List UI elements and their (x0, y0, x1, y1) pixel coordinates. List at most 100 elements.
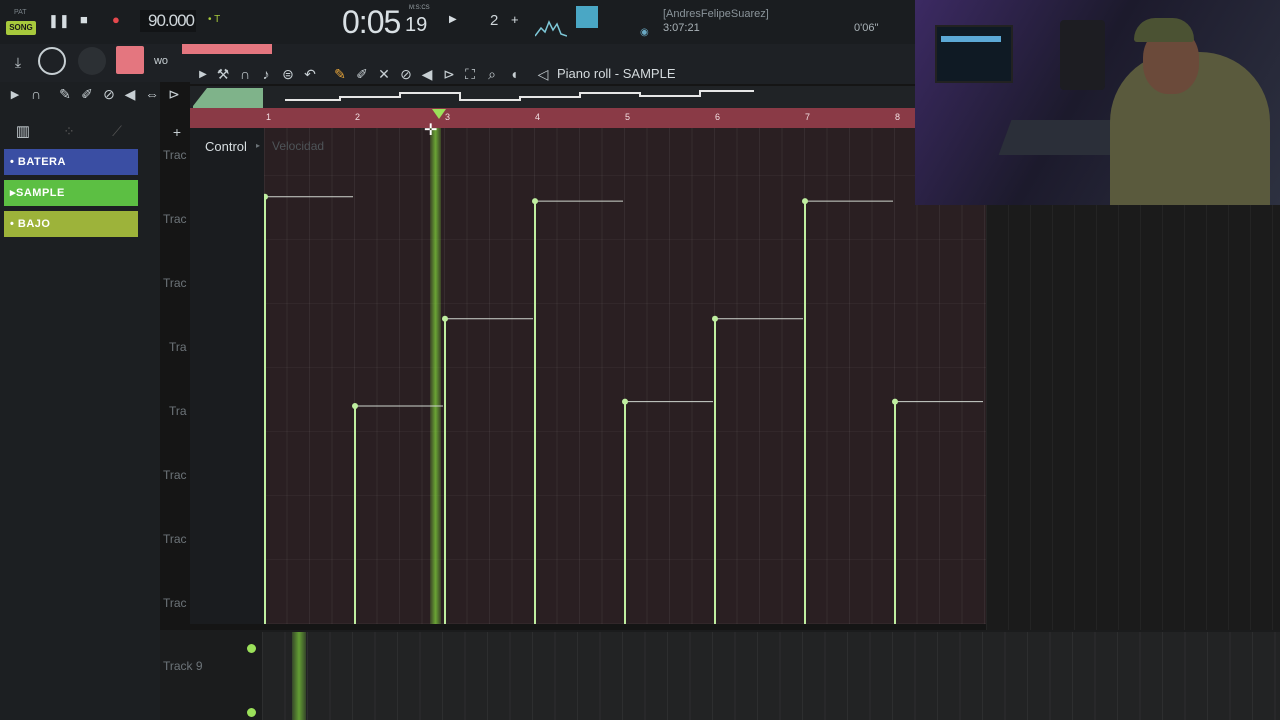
velocity-levels[interactable] (264, 128, 986, 624)
metronome-icon[interactable]: • T (208, 13, 220, 27)
ruler-number: 5 (625, 112, 631, 122)
song-time[interactable]: 0:05 (342, 4, 401, 41)
wrench-icon[interactable]: ⚒ (214, 65, 232, 83)
slip-icon[interactable]: ⇔ (143, 85, 161, 103)
pr-play-icon[interactable]: ▶ (194, 65, 212, 83)
track-label: Trac (163, 212, 187, 226)
paint-icon[interactable]: ✐ (78, 85, 96, 103)
record-icon[interactable]: ● (112, 13, 120, 27)
cpu-graph-icon (535, 20, 567, 37)
overview-notes (285, 90, 754, 101)
playhead-marker[interactable] (432, 109, 446, 119)
magnet-icon[interactable]: ∩ (27, 85, 45, 103)
track-label: Trac (163, 276, 187, 290)
select-icon[interactable]: ⊳ (165, 85, 183, 103)
channel-label: BATERA (17, 156, 66, 168)
mute-icon[interactable]: ◀ (121, 85, 139, 103)
pr-delete-icon[interactable]: ⊘ (397, 65, 415, 83)
pat-mode-label[interactable]: PAT (14, 9, 27, 16)
channel-batera[interactable]: • BATERA (4, 149, 138, 175)
add-track-icon[interactable]: + (168, 123, 186, 141)
note-icon[interactable]: ♪ (257, 65, 275, 83)
track-label: Trac (163, 468, 187, 482)
monitor-icon (576, 6, 598, 28)
screen-bar (941, 36, 1001, 42)
strum-icon[interactable]: ⊜ (279, 65, 297, 83)
transport-bar (0, 0, 915, 44)
ruler-number: 4 (535, 112, 541, 122)
pr-mute-icon[interactable]: ◀ (418, 65, 436, 83)
time-unit-label: M:S:CS (409, 5, 430, 11)
ruler-number: 7 (805, 112, 811, 122)
pr-slice-icon[interactable]: ⊳ (440, 65, 458, 83)
pr-select-icon[interactable]: ⛶ (461, 65, 479, 83)
track-label: Tra (169, 404, 187, 418)
velocity-handle[interactable] (802, 198, 808, 205)
song-mode-button[interactable]: SONG (6, 21, 36, 35)
chevron-right-icon: ▸ (256, 141, 261, 150)
velocity-handle[interactable] (352, 403, 358, 409)
master-pitch-knob[interactable] (78, 47, 106, 75)
cpu-time: 0'06'' (854, 22, 879, 34)
channel-sample[interactable]: ▸SAMPLE (4, 180, 138, 206)
velocity-handle[interactable] (622, 398, 628, 405)
velocity-handle[interactable] (264, 193, 268, 200)
track-label: Trac (163, 596, 187, 610)
pr-brush-icon[interactable]: ✐ (353, 65, 371, 83)
online-icon: ◉ (640, 27, 649, 38)
pr-pencil-icon[interactable]: ✎ (331, 65, 349, 83)
track-led[interactable] (247, 708, 256, 717)
piano-roll-title[interactable]: Piano roll - SAMPLE (557, 66, 676, 81)
speaker-icon[interactable]: ◁ (534, 65, 552, 83)
studio-monitor-screen (935, 25, 1013, 83)
velocity-handle[interactable] (442, 315, 448, 322)
speaker (1060, 20, 1105, 90)
track-9-label: Track 9 (163, 659, 203, 673)
velocity-handle[interactable] (712, 315, 718, 322)
wave-icon[interactable]: ⁘ (60, 122, 78, 140)
stop-icon[interactable]: ■ (80, 13, 88, 27)
automation-icon[interactable]: ⟋ (108, 122, 126, 140)
tempo-display[interactable]: 90.000 (140, 10, 196, 32)
pattern-add-icon[interactable]: + (511, 13, 519, 27)
master-volume-knob[interactable] (38, 47, 66, 75)
ruler-number: 8 (895, 112, 901, 122)
pattern-toolbar-strip (182, 44, 272, 54)
piano-icon[interactable]: ▥ (14, 122, 32, 140)
webcam-overlay (915, 0, 1280, 205)
ruler-number: 1 (266, 112, 272, 122)
playback-icon[interactable]: ◖ (505, 65, 523, 83)
playlist-playhead (292, 632, 306, 720)
pattern-prev-icon[interactable]: ▶ (449, 13, 457, 27)
channel-bajo[interactable]: • BAJO (4, 211, 138, 237)
velocity-handle[interactable] (892, 398, 898, 405)
ruler-number: 2 (355, 112, 361, 122)
track-label: Trac (163, 148, 187, 162)
download-icon[interactable]: ⤓ (9, 53, 27, 71)
pattern-number[interactable]: 2 (490, 12, 498, 29)
undo-icon[interactable]: ↶ (301, 65, 319, 83)
wait-icon[interactable]: wo (152, 52, 170, 70)
track-led[interactable] (247, 644, 256, 653)
registered-user: [AndresFelipeSuarez] (663, 8, 769, 20)
control-dropdown[interactable]: Control (205, 139, 247, 154)
playlist-background (986, 205, 1280, 630)
velocity-handle[interactable] (532, 198, 538, 205)
pr-erase-icon[interactable]: ✕ (375, 65, 393, 83)
channel-label: BAJO (17, 218, 51, 230)
song-time-centiseconds: 19 (405, 14, 428, 36)
piano-roll-toolbar (190, 62, 915, 84)
delete-icon[interactable]: ⊘ (100, 85, 118, 103)
track-label: Tra (169, 340, 187, 354)
channel-label: SAMPLE (16, 187, 65, 199)
ruler-number: 6 (715, 112, 721, 122)
snap-icon[interactable] (116, 46, 144, 74)
zoom-icon[interactable]: ⌕ (483, 65, 501, 83)
playlist-grid[interactable] (262, 632, 1280, 720)
play-icon[interactable]: ▶ (6, 85, 24, 103)
channel-panel (0, 82, 160, 720)
clock-display: 3:07:21 (663, 22, 700, 34)
pause-icon[interactable]: ❚❚ (48, 14, 70, 28)
pencil-icon[interactable]: ✎ (56, 85, 74, 103)
pr-magnet-icon[interactable]: ∩ (236, 65, 254, 83)
